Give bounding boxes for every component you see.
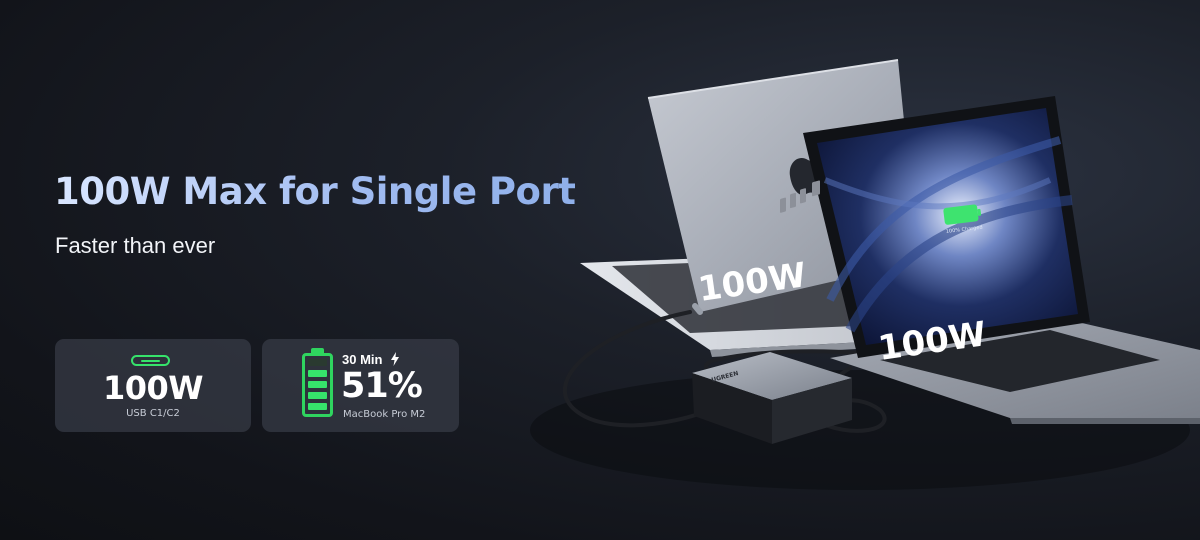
charge-percent-value: 51% bbox=[341, 366, 423, 406]
usb-c-port-icon bbox=[131, 355, 170, 366]
device-caption: MacBook Pro M2 bbox=[343, 409, 426, 420]
lightning-bolt-icon bbox=[391, 352, 399, 366]
battery-cell bbox=[308, 392, 327, 399]
battery-cell bbox=[308, 403, 327, 410]
headline: 100W Max for Single Port bbox=[54, 170, 576, 213]
battery-cell bbox=[308, 370, 327, 377]
charge-time-label: 30 Min bbox=[342, 352, 383, 367]
usb-power-value: 100W bbox=[102, 369, 204, 407]
product-scene: 100W 100% Charged 100W UGREEN bbox=[530, 59, 1200, 490]
subheadline: Faster than ever bbox=[55, 233, 216, 258]
product-banner: 100W 100% Charged 100W UGREEN 100W Max f… bbox=[0, 0, 1200, 540]
battery-icon bbox=[302, 353, 333, 417]
laptop-front-edge bbox=[1010, 418, 1200, 424]
battery-cell bbox=[308, 359, 327, 366]
battery-cell bbox=[308, 381, 327, 388]
usb-port-caption: USB C1/C2 bbox=[126, 408, 180, 419]
